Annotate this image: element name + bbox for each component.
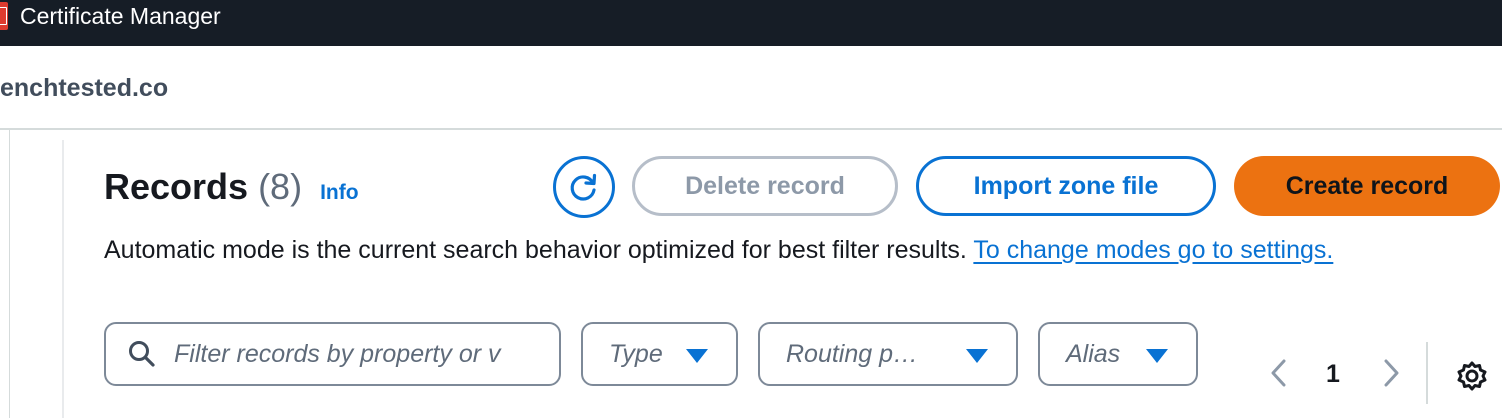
header-divider bbox=[0, 128, 1502, 130]
caret-down-icon bbox=[966, 349, 988, 363]
records-title: Records bbox=[104, 166, 249, 207]
caret-down-icon bbox=[1146, 349, 1168, 363]
panel-border bbox=[62, 140, 64, 418]
routing-filter-label: Routing p… bbox=[786, 339, 919, 368]
hosted-zone-title: enchtested.co bbox=[0, 74, 169, 102]
chevron-left-icon bbox=[1271, 359, 1286, 387]
pagination-divider bbox=[1426, 342, 1428, 404]
chevron-right-icon bbox=[1384, 359, 1399, 387]
import-zone-file-button[interactable]: Import zone file bbox=[916, 156, 1216, 216]
search-icon bbox=[129, 341, 155, 367]
info-link[interactable]: Info bbox=[320, 181, 358, 205]
refresh-button[interactable] bbox=[553, 156, 615, 218]
type-filter-label: Type bbox=[609, 339, 663, 368]
type-filter-dropdown[interactable]: Type bbox=[581, 322, 738, 386]
previous-page-button[interactable] bbox=[1268, 358, 1290, 393]
alias-filter-dropdown[interactable]: Alias bbox=[1038, 322, 1198, 386]
gear-icon bbox=[1457, 361, 1487, 391]
search-mode-text: Automatic mode is the current search beh… bbox=[104, 236, 974, 264]
change-mode-settings-link[interactable]: To change modes go to settings. bbox=[973, 236, 1333, 264]
next-page-button[interactable] bbox=[1380, 358, 1402, 393]
filter-placeholder: Filter records by property or v bbox=[174, 339, 501, 368]
certificate-manager-favicon-icon bbox=[0, 2, 8, 30]
browser-tab-bar: Certificate Manager bbox=[0, 0, 1502, 46]
left-border bbox=[9, 130, 10, 418]
current-page-number[interactable]: 1 bbox=[1326, 360, 1340, 389]
preferences-button[interactable] bbox=[1456, 360, 1488, 397]
routing-policy-filter-dropdown[interactable]: Routing p… bbox=[758, 322, 1018, 386]
delete-record-button[interactable]: Delete record bbox=[632, 156, 898, 216]
filter-records-input[interactable]: Filter records by property or v bbox=[104, 322, 561, 386]
records-count: (8) bbox=[258, 166, 303, 207]
refresh-icon bbox=[570, 173, 597, 201]
create-record-button[interactable]: Create record bbox=[1234, 156, 1500, 216]
search-mode-description: Automatic mode is the current search beh… bbox=[104, 230, 1444, 270]
records-header: Records (8) Info bbox=[104, 166, 359, 208]
browser-tab-title[interactable]: Certificate Manager bbox=[20, 2, 221, 30]
alias-filter-label: Alias bbox=[1066, 339, 1121, 368]
caret-down-icon bbox=[686, 349, 708, 363]
